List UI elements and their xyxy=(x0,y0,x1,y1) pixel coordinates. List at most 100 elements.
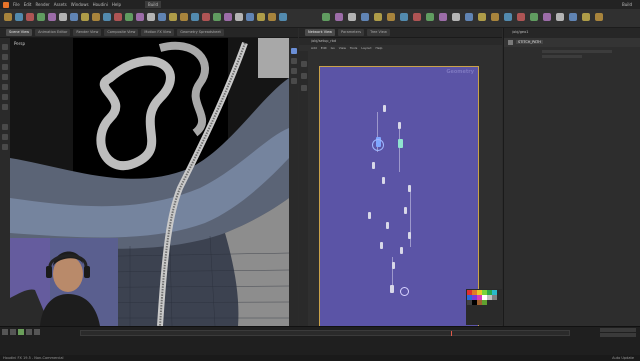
shelf-tool-icon[interactable] xyxy=(556,13,564,21)
net-menu-edit[interactable]: Edit xyxy=(321,45,327,51)
shelf-tool-icon[interactable] xyxy=(114,13,122,21)
shelf-tool-icon[interactable] xyxy=(246,13,254,21)
shelf-tool-icon[interactable] xyxy=(235,13,243,21)
network-node[interactable] xyxy=(400,247,403,254)
snap-tool-icon[interactable] xyxy=(2,124,8,130)
shelf-tool-icon[interactable] xyxy=(224,13,232,21)
network-node[interactable] xyxy=(390,285,394,293)
tab-render-view[interactable]: Render View xyxy=(73,29,102,36)
network-node[interactable] xyxy=(392,262,395,269)
network-canvas[interactable]: Geometry xyxy=(319,66,502,328)
shelf-tool-icon[interactable] xyxy=(478,13,486,21)
net-zoom-icon[interactable] xyxy=(300,73,307,79)
network-path[interactable]: /obj/setup_rbd xyxy=(311,39,336,43)
menu-render[interactable]: Render xyxy=(35,0,49,9)
shelf-tool-icon[interactable] xyxy=(374,13,382,21)
network-node[interactable] xyxy=(383,105,386,112)
handle-tool-icon[interactable] xyxy=(2,84,8,90)
step-back-icon[interactable] xyxy=(10,329,16,335)
menu-houdini[interactable]: Houdini xyxy=(93,0,108,9)
net-select-icon[interactable] xyxy=(300,61,307,67)
shelf-tool-icon[interactable] xyxy=(426,13,434,21)
network-node[interactable] xyxy=(368,212,371,219)
shelf-tool-icon[interactable] xyxy=(92,13,100,21)
shelf-tool-icon[interactable] xyxy=(335,13,343,21)
shelf-tool-icon[interactable] xyxy=(582,13,590,21)
shelf-tool-icon[interactable] xyxy=(530,13,538,21)
net-menu-go[interactable]: Go xyxy=(331,45,335,51)
select-tool-icon[interactable] xyxy=(2,44,8,50)
timeline-track[interactable] xyxy=(80,330,570,336)
shelf-tool-icon[interactable] xyxy=(361,13,369,21)
shelf-tool-icon[interactable] xyxy=(70,13,78,21)
display-grid-icon[interactable] xyxy=(290,78,297,84)
net-menu-help[interactable]: Help xyxy=(376,45,383,51)
node-color-palette[interactable] xyxy=(466,289,502,325)
tab-motion-fx-view[interactable]: Motion FX View xyxy=(141,29,175,36)
shelf-tool-icon[interactable] xyxy=(158,13,166,21)
step-forward-icon[interactable] xyxy=(26,329,32,335)
display-wire-icon[interactable] xyxy=(290,58,297,64)
shelf-tool-icon[interactable] xyxy=(125,13,133,21)
network-node[interactable] xyxy=(386,222,389,229)
rotate-tool-icon[interactable] xyxy=(2,64,8,70)
tab-parameters[interactable]: Parameters xyxy=(338,29,365,36)
shelf-tool-icon[interactable] xyxy=(191,13,199,21)
shelf-tool-icon[interactable] xyxy=(180,13,188,21)
tab-composite-view[interactable]: Composite View xyxy=(104,29,139,36)
shelf-tool-icon[interactable] xyxy=(15,13,23,21)
shelf-tool-icon[interactable] xyxy=(517,13,525,21)
shelf-tool-icon[interactable] xyxy=(103,13,111,21)
net-menu-tools[interactable]: Tools xyxy=(350,45,357,51)
shelf-tool-icon[interactable] xyxy=(257,13,265,21)
pose-tool-icon[interactable] xyxy=(2,94,8,100)
network-node[interactable] xyxy=(380,242,383,249)
shelf-tool-icon[interactable] xyxy=(465,13,473,21)
net-grid-icon[interactable] xyxy=(300,85,307,91)
timeline-current-frame-marker[interactable] xyxy=(451,331,452,336)
shelf-tool-icon[interactable] xyxy=(504,13,512,21)
jump-end-icon[interactable] xyxy=(34,329,40,335)
network-node[interactable] xyxy=(408,185,411,192)
network-node[interactable] xyxy=(382,177,385,184)
shelf-tool-icon[interactable] xyxy=(595,13,603,21)
paint-tool-icon[interactable] xyxy=(2,134,8,140)
shelf-tool-icon[interactable] xyxy=(202,13,210,21)
shelf-tool-icon[interactable] xyxy=(48,13,56,21)
scale-tool-icon[interactable] xyxy=(2,74,8,80)
global-anim-options[interactable] xyxy=(600,333,636,337)
sculpt-tool-icon[interactable] xyxy=(2,144,8,150)
param-path[interactable]: /obj/geo1 xyxy=(512,30,528,34)
shelf-tool-icon[interactable] xyxy=(59,13,67,21)
net-menu-view[interactable]: View xyxy=(339,45,346,51)
menu-edit[interactable]: Edit xyxy=(24,0,32,9)
shelf-tool-icon[interactable] xyxy=(37,13,45,21)
tab-network-view[interactable]: Network View xyxy=(305,29,336,36)
move-tool-icon[interactable] xyxy=(2,54,8,60)
shelf-tool-icon[interactable] xyxy=(491,13,499,21)
param-node-title[interactable]: STITCH_PATH xyxy=(516,40,543,44)
display-lights-icon[interactable] xyxy=(290,68,297,74)
net-menu-layout[interactable]: Layout xyxy=(361,45,371,51)
display-shaded-icon[interactable] xyxy=(290,48,297,54)
tab-animation-editor[interactable]: Animation Editor xyxy=(35,29,71,36)
shelf-tool-icon[interactable] xyxy=(4,13,12,21)
shelf-tool-icon[interactable] xyxy=(413,13,421,21)
shelf-tool-icon[interactable] xyxy=(439,13,447,21)
menu-windows[interactable]: Windows xyxy=(71,0,89,9)
network-node[interactable] xyxy=(398,122,401,129)
color-swatch[interactable] xyxy=(482,300,487,305)
shelf-tool-icon[interactable] xyxy=(268,13,276,21)
desktop-selector[interactable]: Build xyxy=(145,1,162,8)
shelf-tool-icon[interactable] xyxy=(348,13,356,21)
shelf-tool-icon[interactable] xyxy=(452,13,460,21)
color-swatch[interactable] xyxy=(492,295,497,300)
shelf-tool-icon[interactable] xyxy=(569,13,577,21)
realtime-toggle[interactable] xyxy=(600,328,636,332)
menu-assets[interactable]: Assets xyxy=(54,0,67,9)
shelf-tool-icon[interactable] xyxy=(213,13,221,21)
jump-start-icon[interactable] xyxy=(2,329,8,335)
view-tool-icon[interactable] xyxy=(2,104,8,110)
network-node[interactable] xyxy=(398,139,403,148)
houdini-logo-icon[interactable] xyxy=(3,1,9,8)
